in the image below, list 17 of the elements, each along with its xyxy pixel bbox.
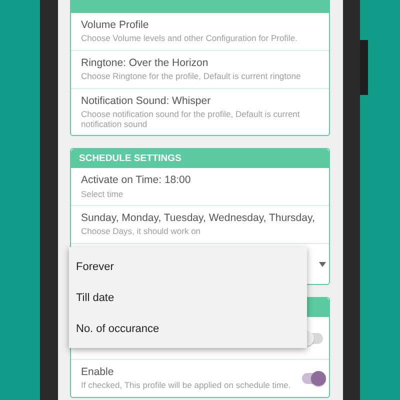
- setting-title[interactable]: Enable: [81, 366, 299, 380]
- setting-description: Choose Volume levels and other Configuration for Profile.: [81, 34, 298, 44]
- menu-option[interactable]: Forever: [69, 251, 307, 282]
- setting-title[interactable]: Activate on Time: 18:00: [81, 174, 326, 188]
- setting-title[interactable]: Sunday, Monday, Tuesday, Wednesday, Thursday,: [81, 212, 326, 226]
- setting-title[interactable]: Ringtone: Over the Horizon: [81, 56, 326, 70]
- setting-title[interactable]: Volume Profile: [81, 19, 326, 32]
- setting-title[interactable]: Notification Sound: Whisper: [81, 94, 326, 108]
- setting-description: Select time: [81, 190, 124, 200]
- section-header: SCHEDULE SETTINGS: [71, 149, 329, 168]
- setting-description: Choose Ringtone for the profile, Default is current ringtone: [81, 72, 302, 82]
- setting-description: If checked, This profile will be applied on schedule time.: [81, 381, 292, 392]
- menu-option[interactable]: No. of occurance: [69, 313, 307, 344]
- menu-option[interactable]: Till date: [69, 282, 307, 313]
- caret-icon: [319, 262, 326, 267]
- setting-description: Choose notification sound for the profile, Default is current notification sound: [81, 110, 301, 130]
- setting-description: Choose Days, it should work on: [81, 227, 202, 238]
